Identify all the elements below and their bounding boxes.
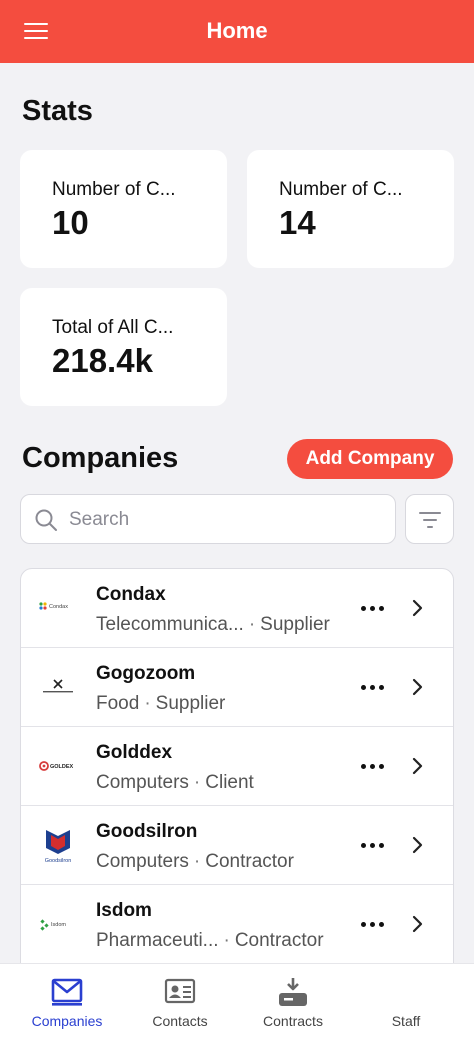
company-category: Telecommunica... xyxy=(96,614,244,635)
nav-label: Staff xyxy=(391,1013,421,1029)
contact-card-icon xyxy=(164,978,196,1004)
company-row-condax[interactable]: Condax Condax Telecommunica... · Supplier xyxy=(21,569,453,648)
top-app-bar: Home xyxy=(0,0,474,63)
company-row-isdom[interactable]: Isdom Isdom Pharmaceuti... · Contractor xyxy=(21,885,453,964)
search-input[interactable] xyxy=(69,505,379,535)
company-row-goodsilron[interactable]: Goodsilron Goodsilron Computers · Contract… xyxy=(21,806,453,885)
company-role: Contractor xyxy=(234,930,324,951)
search-box xyxy=(20,494,396,544)
company-role: Supplier xyxy=(155,693,226,714)
envelope-icon xyxy=(51,978,83,1006)
company-list: Condax Condax Telecommunica... · Supplier … xyxy=(20,568,454,988)
contract-download-icon xyxy=(279,978,307,1006)
more-options-icon[interactable] xyxy=(359,913,387,935)
stat-label: Total of All C... xyxy=(52,317,174,338)
company-name: Isdom xyxy=(96,900,152,921)
chevron-right-icon xyxy=(412,599,423,617)
company-meta: Food · Supplier xyxy=(96,693,226,714)
stat-label: Number of C... xyxy=(279,179,403,200)
chevron-right-icon xyxy=(412,678,423,696)
stats-heading: Stats xyxy=(22,95,93,127)
company-role: Client xyxy=(205,772,254,793)
svg-text:Isdom: Isdom xyxy=(51,922,66,928)
search-icon xyxy=(35,509,57,531)
filter-icon xyxy=(419,512,441,528)
svg-text:Goodsilron: Goodsilron xyxy=(45,858,72,864)
gogozoom-logo xyxy=(43,679,73,693)
nav-label: Contacts xyxy=(152,1013,208,1029)
nav-companies[interactable]: Companies xyxy=(8,964,126,1045)
goodsilron-logo: Goodsilron xyxy=(45,830,72,864)
company-name: Condax xyxy=(96,584,166,605)
more-options-icon[interactable] xyxy=(359,834,387,856)
company-name: Goodsilron xyxy=(96,821,198,842)
stat-card-companies[interactable]: Number of C... 10 xyxy=(20,150,227,268)
page-title: Home xyxy=(206,18,268,43)
chevron-right-icon xyxy=(412,836,423,854)
company-meta: Telecommunica... · Supplier xyxy=(96,614,330,635)
add-company-button[interactable]: Add Company xyxy=(287,439,453,479)
filter-button[interactable] xyxy=(405,494,454,544)
nav-contacts[interactable]: Contacts xyxy=(121,964,239,1045)
more-options-icon[interactable] xyxy=(359,676,387,698)
svg-text:GOLDEX: GOLDEX xyxy=(50,764,74,770)
nav-label: Contracts xyxy=(263,1013,323,1029)
company-role: Contractor xyxy=(205,851,294,872)
nav-contracts[interactable]: Contracts xyxy=(234,964,352,1045)
isdom-logo: Isdom xyxy=(40,919,66,931)
company-row-gogozoom[interactable]: Gogozoom Food · Supplier xyxy=(21,648,453,727)
stat-value: 14 xyxy=(279,204,316,241)
bottom-navigation: Companies Contacts Contracts Staff xyxy=(0,963,474,1045)
company-category: Computers xyxy=(96,851,189,872)
company-category: Computers xyxy=(96,772,189,793)
more-options-icon[interactable] xyxy=(359,597,387,619)
svg-text:Condax: Condax xyxy=(49,604,68,610)
company-category: Pharmaceuti... xyxy=(96,930,219,951)
condax-logo: Condax xyxy=(39,602,68,610)
nav-staff[interactable]: Staff xyxy=(347,964,465,1045)
stat-card-total[interactable]: Total of All C... 218.4k xyxy=(20,288,227,406)
golddex-logo: GOLDEX xyxy=(39,761,74,771)
company-meta: Pharmaceuti... · Contractor xyxy=(96,930,324,951)
company-row-golddex[interactable]: GOLDEX Golddex Computers · Client xyxy=(21,727,453,806)
company-role: Supplier xyxy=(260,614,330,635)
more-options-icon[interactable] xyxy=(359,755,387,777)
stat-value: 218.4k xyxy=(52,342,153,379)
chevron-right-icon xyxy=(412,757,423,775)
chevron-right-icon xyxy=(412,915,423,933)
company-meta: Computers · Contractor xyxy=(96,851,294,872)
company-category: Food xyxy=(96,693,140,714)
stat-card-contacts[interactable]: Number of C... 14 xyxy=(247,150,454,268)
stat-label: Number of C... xyxy=(52,179,176,200)
company-name: Gogozoom xyxy=(96,663,196,684)
company-name: Golddex xyxy=(96,742,173,763)
company-meta: Computers · Client xyxy=(96,772,254,793)
nav-label: Companies xyxy=(31,1013,103,1029)
stat-value: 10 xyxy=(52,204,89,241)
companies-heading: Companies xyxy=(22,442,179,474)
